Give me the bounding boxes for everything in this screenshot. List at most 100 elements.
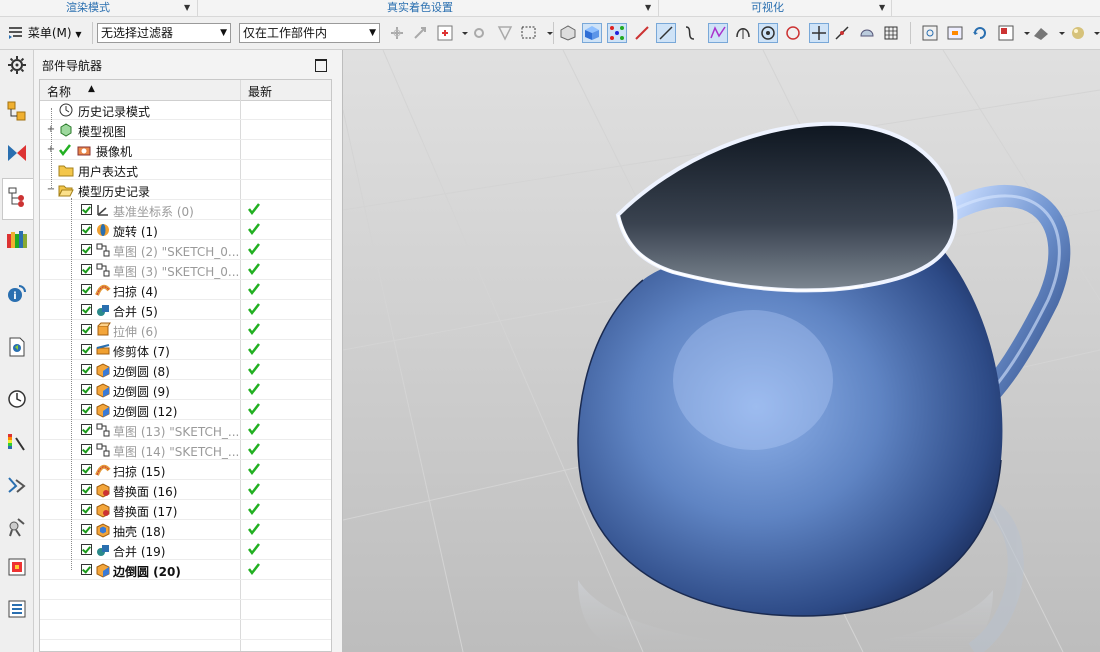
visibility-checkbox[interactable] (81, 404, 92, 415)
model-canvas[interactable] (343, 50, 1100, 652)
gear-point-icon[interactable] (470, 24, 488, 42)
chevron-down-icon[interactable]: ▼ (879, 0, 885, 16)
visibility-checkbox[interactable] (81, 244, 92, 255)
box-select-icon[interactable] (520, 24, 538, 42)
rotate-icon[interactable] (971, 24, 989, 42)
menu-button[interactable]: 菜单(M) ▼ (8, 23, 82, 43)
material-sphere-icon[interactable] (1069, 24, 1087, 42)
feature-node[interactable]: 合并 (19) (40, 540, 331, 560)
visibility-checkbox[interactable] (81, 224, 92, 235)
process-studio-icon[interactable] (6, 516, 28, 538)
tangent-line-icon[interactable] (833, 24, 851, 42)
fit-view-icon[interactable] (921, 24, 939, 42)
face-point-icon[interactable] (858, 24, 876, 42)
chevron-down-icon[interactable] (456, 24, 468, 42)
visibility-checkbox[interactable] (81, 464, 92, 475)
sort-ascending-icon[interactable]: ▲ (88, 84, 95, 94)
chevron-down-icon[interactable]: ▼ (184, 0, 190, 16)
visibility-checkbox[interactable] (81, 424, 92, 435)
feature-node[interactable]: 边倒圆 (8) (40, 360, 331, 380)
green-check-icon[interactable] (58, 143, 72, 157)
group-visualization[interactable]: 可视化 ▼ (658, 0, 891, 16)
visibility-checkbox[interactable] (81, 364, 92, 375)
graphics-viewport[interactable] (343, 50, 1100, 652)
chevron-down-icon[interactable] (541, 24, 553, 42)
faceted-icon[interactable] (496, 24, 514, 42)
part-navigator-icon[interactable] (6, 186, 28, 208)
settings-gear-icon[interactable] (6, 54, 28, 76)
shaded-block-icon[interactable] (582, 23, 602, 43)
visibility-checkbox[interactable] (81, 304, 92, 315)
visibility-checkbox[interactable] (81, 544, 92, 555)
visibility-checkbox[interactable] (81, 504, 92, 515)
feature-node[interactable]: 拉伸 (6) (40, 320, 331, 340)
visibility-checkbox[interactable] (81, 524, 92, 535)
visibility-checkbox[interactable] (81, 324, 92, 335)
feature-node[interactable]: 草图 (13) "SKETCH_... (40, 420, 331, 440)
vertex-points-icon[interactable] (607, 23, 627, 43)
maximize-icon[interactable] (315, 59, 327, 72)
curve-line-icon[interactable] (656, 23, 676, 43)
feature-node[interactable]: 草图 (14) "SKETCH_... (40, 440, 331, 460)
manufacturing-wizard-icon[interactable] (6, 556, 28, 578)
visibility-checkbox[interactable] (81, 264, 92, 275)
feature-node[interactable]: 草图 (2) "SKETCH_0... (40, 240, 331, 260)
assembly-navigator-icon[interactable] (6, 100, 28, 122)
feature-node[interactable]: 修剪体 (7) (40, 340, 331, 360)
tree-node[interactable]: + 摄像机 (40, 140, 331, 160)
circle-quadrant-icon[interactable] (784, 24, 802, 42)
feature-node[interactable]: 边倒圆 (12) (40, 400, 331, 420)
feature-node[interactable]: 替换面 (17) (40, 500, 331, 520)
orient-view-icon[interactable] (997, 24, 1015, 42)
feature-node[interactable]: 草图 (3) "SKETCH_0... (40, 260, 331, 280)
visualization-palette-icon[interactable] (6, 432, 28, 454)
group-render-mode[interactable]: 渲染模式 ▼ (0, 0, 196, 16)
visibility-checkbox[interactable] (81, 384, 92, 395)
visibility-checkbox[interactable] (81, 204, 92, 215)
feature-node[interactable]: 扫掠 (4) (40, 280, 331, 300)
selection-filter-dropdown[interactable]: 无选择过滤器 ▼ (97, 23, 231, 43)
zoom-window-icon[interactable] (946, 24, 964, 42)
chevron-down-icon[interactable] (1053, 24, 1065, 42)
feature-node[interactable]: 替换面 (16) (40, 480, 331, 500)
spline-points-icon[interactable] (708, 23, 728, 43)
column-header-latest[interactable]: 最新 (248, 83, 272, 100)
feature-node[interactable]: 边倒圆 (9) (40, 380, 331, 400)
tree-node[interactable]: 历史记录模式 (40, 100, 331, 120)
visibility-checkbox[interactable] (81, 484, 92, 495)
visibility-checkbox[interactable] (81, 444, 92, 455)
system-materials-icon[interactable] (6, 598, 28, 620)
wireframe-block-icon[interactable] (559, 24, 577, 42)
tree-node[interactable]: + 模型视图 (40, 120, 331, 140)
history-clock-icon[interactable] (6, 388, 28, 410)
chevron-down-icon[interactable]: ▼ (645, 0, 651, 16)
web-browser-icon[interactable] (6, 336, 28, 358)
cross-point-icon[interactable] (809, 23, 829, 43)
group-true-shading[interactable]: 真实着色设置 ▼ (197, 0, 658, 16)
tree-node[interactable]: 用户表达式 (40, 160, 331, 180)
visibility-checkbox[interactable] (81, 564, 92, 575)
feature-node[interactable]: 抽壳 (18) (40, 520, 331, 540)
grid-icon[interactable] (882, 24, 900, 42)
tree-node[interactable]: − 模型历史记录 (40, 180, 331, 200)
snap-point-icon[interactable] (388, 24, 406, 42)
curve-icon[interactable] (681, 24, 699, 42)
render-style-icon[interactable] (1032, 24, 1050, 42)
feature-node[interactable]: 边倒圆 (20) (40, 560, 331, 580)
feature-node[interactable]: 合并 (5) (40, 300, 331, 320)
visibility-checkbox[interactable] (81, 344, 92, 355)
column-header-name[interactable]: 名称 (47, 83, 71, 100)
arc-icon[interactable] (734, 24, 752, 42)
selection-scope-dropdown[interactable]: 仅在工作部件内 ▼ (239, 23, 380, 43)
constraint-navigator-icon[interactable] (6, 142, 28, 164)
chevron-down-icon[interactable] (1018, 24, 1030, 42)
feature-node[interactable]: 扫掠 (15) (40, 460, 331, 480)
general-point-icon[interactable] (436, 24, 454, 42)
info-icon[interactable]: i (6, 282, 28, 304)
chevron-down-icon[interactable] (1088, 24, 1100, 42)
line-icon[interactable] (633, 24, 651, 42)
visibility-checkbox[interactable] (81, 284, 92, 295)
feature-node[interactable]: 旋转 (1) (40, 220, 331, 240)
reuse-library-icon[interactable] (6, 228, 28, 250)
feature-node[interactable]: 基准坐标系 (0) (40, 200, 331, 220)
